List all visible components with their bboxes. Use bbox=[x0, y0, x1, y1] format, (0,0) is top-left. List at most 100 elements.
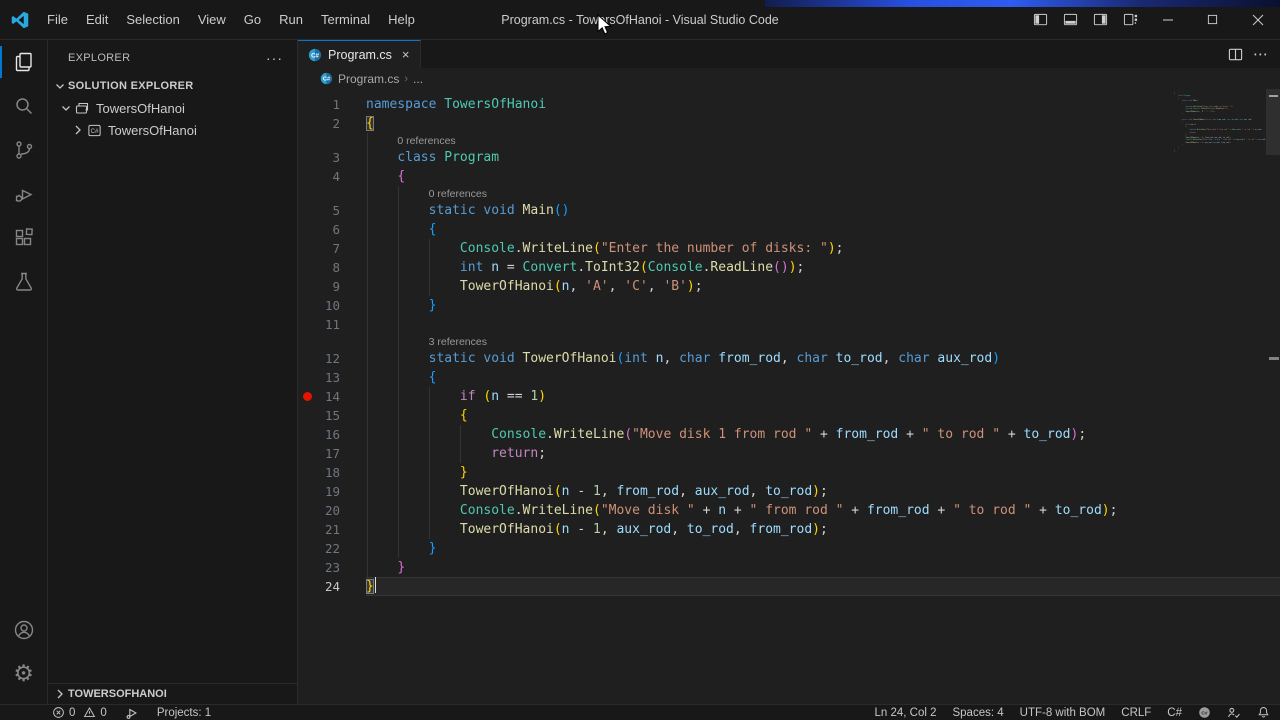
code-line-8[interactable]: 8 int n = Convert.ToInt32(Console.ReadLi… bbox=[298, 258, 1280, 277]
menu-file[interactable]: File bbox=[38, 7, 77, 33]
search-icon[interactable] bbox=[0, 84, 48, 128]
codelens-row[interactable]: 0 references bbox=[298, 133, 1280, 148]
scrollbar-slider[interactable] bbox=[1266, 89, 1280, 155]
codelens-row[interactable]: 3 references bbox=[298, 334, 1280, 349]
code-line-21[interactable]: 21 TowerOfHanoi(n - 1, aux_rod, to_rod, … bbox=[298, 520, 1280, 539]
code-line-13[interactable]: 13 { bbox=[298, 368, 1280, 387]
run-and-debug-icon[interactable] bbox=[0, 172, 48, 216]
gutter[interactable] bbox=[298, 133, 366, 148]
gutter[interactable] bbox=[298, 186, 366, 201]
gutter[interactable]: 20 bbox=[298, 501, 366, 520]
codelens-row[interactable]: 0 references bbox=[298, 186, 1280, 201]
split-editor-icon[interactable] bbox=[1228, 47, 1243, 62]
gutter[interactable]: 16 bbox=[298, 425, 366, 444]
gutter[interactable]: 4 bbox=[298, 167, 366, 186]
tab-close-icon[interactable]: × bbox=[402, 47, 410, 62]
toggle-secondary-sidebar-icon[interactable] bbox=[1085, 7, 1115, 33]
gutter[interactable]: 19 bbox=[298, 482, 366, 501]
code-line-10[interactable]: 10 } bbox=[298, 296, 1280, 315]
chevron-down-icon[interactable] bbox=[58, 100, 74, 116]
code-line-23[interactable]: 23 } bbox=[298, 558, 1280, 577]
code-line-7[interactable]: 7 Console.WriteLine("Enter the number of… bbox=[298, 239, 1280, 258]
code-line-6[interactable]: 6 { bbox=[298, 220, 1280, 239]
customize-layout-icon[interactable] bbox=[1115, 7, 1145, 33]
tab-program-cs[interactable]: C# Program.cs × bbox=[298, 40, 421, 68]
gutter[interactable]: 18 bbox=[298, 463, 366, 482]
gutter[interactable]: 14 bbox=[298, 387, 366, 406]
code-line-4[interactable]: 4 { bbox=[298, 167, 1280, 186]
code-line-12[interactable]: 12 static void TowerOfHanoi(int n, char … bbox=[298, 349, 1280, 368]
gutter[interactable]: 13 bbox=[298, 368, 366, 387]
menu-terminal[interactable]: Terminal bbox=[312, 7, 379, 33]
section-solution-explorer[interactable]: SOLUTION EXPLORER bbox=[48, 75, 297, 97]
run-project-icon[interactable] bbox=[125, 706, 139, 720]
breadcrumb-file[interactable]: Program.cs bbox=[338, 72, 399, 86]
toggle-panel-icon[interactable] bbox=[1055, 7, 1085, 33]
gutter[interactable]: 2 bbox=[298, 114, 366, 133]
tree-item-solution[interactable]: TowersOfHanoi bbox=[48, 97, 297, 119]
gutter[interactable]: 5 bbox=[298, 201, 366, 220]
gutter[interactable] bbox=[298, 334, 366, 349]
gutter[interactable]: 15 bbox=[298, 406, 366, 425]
menu-run[interactable]: Run bbox=[270, 7, 312, 33]
code-line-14[interactable]: 14 if (n == 1) bbox=[298, 387, 1280, 406]
menu-go[interactable]: Go bbox=[235, 7, 270, 33]
code-line-20[interactable]: 20 Console.WriteLine("Move disk " + n + … bbox=[298, 501, 1280, 520]
code-line-19[interactable]: 19 TowerOfHanoi(n - 1, from_rod, aux_rod… bbox=[298, 482, 1280, 501]
code-line-2[interactable]: 2{ bbox=[298, 114, 1280, 133]
code-line-9[interactable]: 9 TowerOfHanoi(n, 'A', 'C', 'B'); bbox=[298, 277, 1280, 296]
projects-indicator[interactable]: Projects: 1 bbox=[157, 707, 211, 719]
encoding-indicator[interactable]: UTF-8 with BOM bbox=[1020, 707, 1106, 719]
explorer-icon[interactable] bbox=[0, 40, 48, 84]
gutter[interactable]: 10 bbox=[298, 296, 366, 315]
gutter[interactable]: 3 bbox=[298, 148, 366, 167]
notifications-bell-icon[interactable] bbox=[1257, 706, 1270, 719]
account-icon[interactable] bbox=[0, 608, 48, 652]
gutter[interactable]: 17 bbox=[298, 444, 366, 463]
gutter[interactable]: 21 bbox=[298, 520, 366, 539]
gutter[interactable]: 24 bbox=[298, 577, 366, 596]
code-line-11[interactable]: 11 bbox=[298, 315, 1280, 334]
code-line-24[interactable]: 24} bbox=[298, 577, 1280, 596]
menu-help[interactable]: Help bbox=[379, 7, 424, 33]
language-indicator[interactable]: C# bbox=[1167, 707, 1182, 719]
gutter[interactable]: 8 bbox=[298, 258, 366, 277]
code-line-3[interactable]: 3 class Program bbox=[298, 148, 1280, 167]
gutter[interactable]: 7 bbox=[298, 239, 366, 258]
problems-indicator[interactable]: 0 0 bbox=[52, 706, 107, 719]
code-line-15[interactable]: 15 { bbox=[298, 406, 1280, 425]
code-line-22[interactable]: 22 } bbox=[298, 539, 1280, 558]
minimap[interactable]: namespace TowersOfHanoi{ class Program {… bbox=[1174, 91, 1266, 153]
eol-indicator[interactable]: CRLF bbox=[1121, 707, 1151, 719]
chevron-right-icon[interactable] bbox=[70, 122, 86, 138]
csharp-devkit-icon[interactable]: C# bbox=[1198, 706, 1211, 719]
breakpoint-dot[interactable] bbox=[303, 392, 312, 401]
settings-gear-icon[interactable]: ⚙ bbox=[0, 652, 48, 696]
menu-view[interactable]: View bbox=[189, 7, 235, 33]
gutter[interactable]: 11 bbox=[298, 315, 366, 334]
breadcrumb-symbol[interactable]: ... bbox=[413, 72, 423, 86]
section-towersofhanoi[interactable]: TOWERSOFHANOI bbox=[48, 683, 297, 704]
code-line-5[interactable]: 5 static void Main() bbox=[298, 201, 1280, 220]
gutter[interactable]: 6 bbox=[298, 220, 366, 239]
code-line-18[interactable]: 18 } bbox=[298, 463, 1280, 482]
extensions-icon[interactable] bbox=[0, 216, 48, 260]
code-line-16[interactable]: 16 Console.WriteLine("Move disk 1 from r… bbox=[298, 425, 1280, 444]
menu-edit[interactable]: Edit bbox=[77, 7, 117, 33]
feedback-icon[interactable] bbox=[1227, 706, 1241, 720]
explorer-more-actions-icon[interactable]: ··· bbox=[260, 50, 289, 66]
gutter[interactable]: 1 bbox=[298, 95, 366, 114]
code-line-1[interactable]: 1namespace TowersOfHanoi bbox=[298, 95, 1280, 114]
code-area[interactable]: 1namespace TowersOfHanoi2{ 0 references3… bbox=[298, 89, 1280, 704]
tree-item-project[interactable]: C# TowersOfHanoi bbox=[48, 119, 297, 141]
indentation-indicator[interactable]: Spaces: 4 bbox=[952, 707, 1003, 719]
source-control-icon[interactable] bbox=[0, 128, 48, 172]
gutter[interactable]: 12 bbox=[298, 349, 366, 368]
menu-selection[interactable]: Selection bbox=[117, 7, 188, 33]
toggle-sidebar-icon[interactable] bbox=[1025, 7, 1055, 33]
testing-icon[interactable] bbox=[0, 260, 48, 304]
line-col-indicator[interactable]: Ln 24, Col 2 bbox=[874, 707, 936, 719]
more-actions-icon[interactable]: ⋯ bbox=[1253, 45, 1268, 63]
gutter[interactable]: 23 bbox=[298, 558, 366, 577]
codelens-references[interactable]: 0 references bbox=[397, 135, 455, 147]
